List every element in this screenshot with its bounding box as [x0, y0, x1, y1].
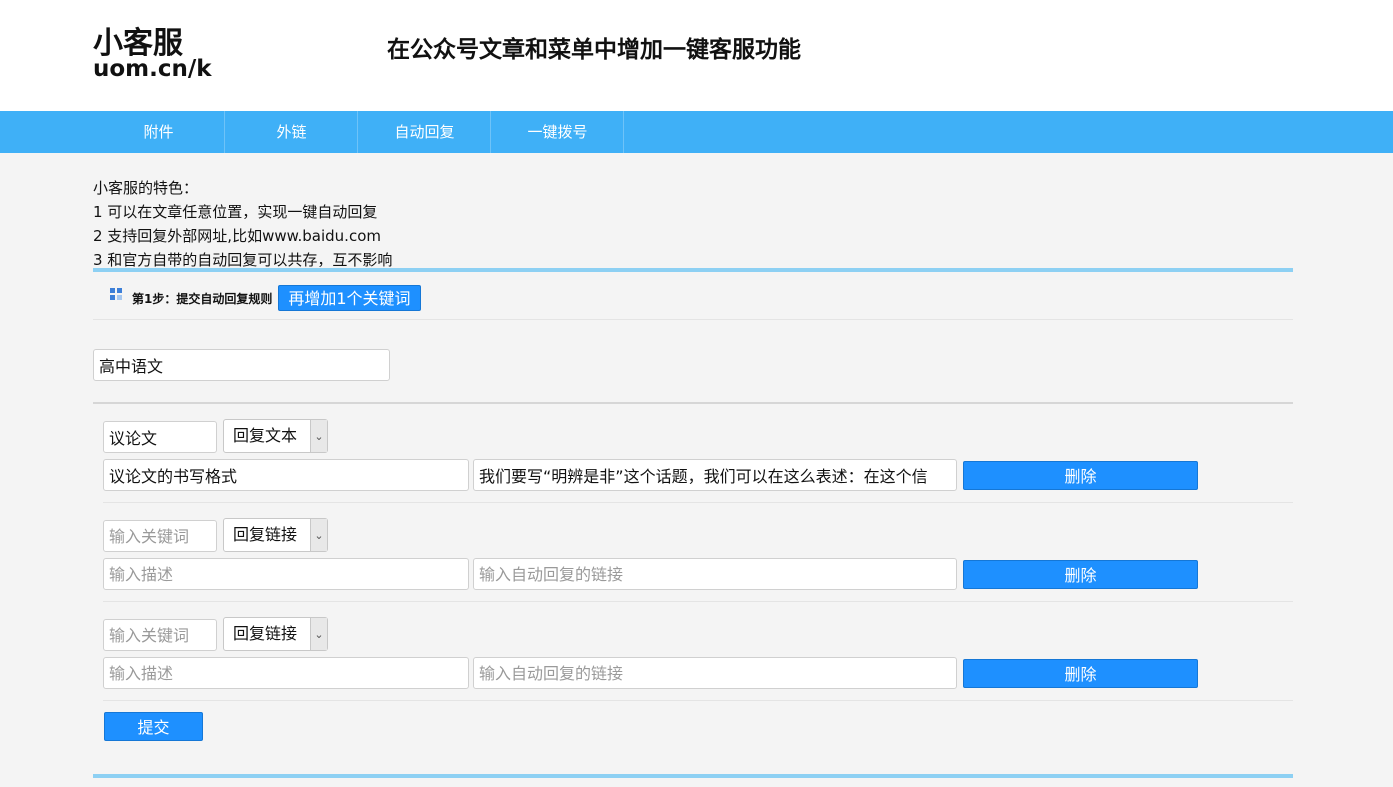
rule-2-delete-button[interactable]: 删除	[963, 560, 1198, 589]
page-title: 在公众号文章和菜单中增加一键客服功能	[387, 37, 801, 63]
add-keyword-button[interactable]: 再增加1个关键词	[278, 285, 421, 311]
rule-3-link-input[interactable]	[473, 657, 957, 689]
divider	[103, 502, 1293, 503]
group-name-input[interactable]	[93, 349, 390, 381]
feature-heading: 小客服的特色：	[93, 179, 199, 197]
rule-1-content-input[interactable]	[473, 459, 957, 491]
rule-2-type-select[interactable]: 回复链接 ⌄	[223, 518, 328, 552]
rule-3-delete-button[interactable]: 删除	[963, 659, 1198, 688]
divider	[93, 319, 1293, 320]
rule-3-type-select[interactable]: 回复链接 ⌄	[223, 617, 328, 651]
site-header: 小客服 uom.cn/k 在公众号文章和菜单中增加一键客服功能	[0, 0, 1393, 111]
rule-3-keyword-input[interactable]	[103, 619, 217, 651]
feature-line-1: 1 可以在文章任意位置，实现一键自动回复	[93, 203, 378, 221]
chevron-down-icon: ⌄	[310, 519, 327, 551]
nav-item-external-link[interactable]: 外链	[226, 111, 358, 153]
rule-1-type-select[interactable]: 回复文本 ⌄	[223, 419, 328, 453]
nav-item-auto-reply[interactable]: 自动回复	[359, 111, 491, 153]
select-value: 回复文本	[233, 426, 298, 445]
logo-url[interactable]: uom.cn/k	[93, 56, 212, 82]
rule-1-delete-button[interactable]: 删除	[963, 461, 1198, 490]
main-nav: 附件 外链 自动回复 一键拨号	[0, 111, 1393, 153]
section-divider-bottom	[93, 774, 1293, 778]
rule-2-keyword-input[interactable]	[103, 520, 217, 552]
rule-1-description-input[interactable]	[103, 459, 469, 491]
rule-3-description-input[interactable]	[103, 657, 469, 689]
nav-item-attachment[interactable]: 附件	[93, 111, 225, 153]
divider	[103, 601, 1293, 602]
rule-2-link-input[interactable]	[473, 558, 957, 590]
submit-button[interactable]: 提交	[104, 712, 203, 741]
select-value: 回复链接	[233, 525, 298, 544]
step-header: 第1步：提交自动回复规则 再增加1个关键词	[110, 285, 421, 311]
feature-line-2: 2 支持回复外部网址,比如www.baidu.com	[93, 227, 381, 245]
chevron-down-icon: ⌄	[310, 618, 327, 650]
rule-2-description-input[interactable]	[103, 558, 469, 590]
nav-item-one-click-dial[interactable]: 一键拨号	[492, 111, 624, 153]
divider	[103, 700, 1293, 701]
step-label: 第1步：提交自动回复规则	[132, 291, 273, 306]
grid-icon	[110, 288, 122, 300]
feature-list: 小客服的特色： 1 可以在文章任意位置，实现一键自动回复 2 支持回复外部网址,…	[93, 176, 392, 272]
section-divider-top	[93, 268, 1293, 272]
select-value: 回复链接	[233, 624, 298, 643]
rule-1-keyword-input[interactable]	[103, 421, 217, 453]
divider	[93, 402, 1293, 404]
chevron-down-icon: ⌄	[310, 420, 327, 452]
